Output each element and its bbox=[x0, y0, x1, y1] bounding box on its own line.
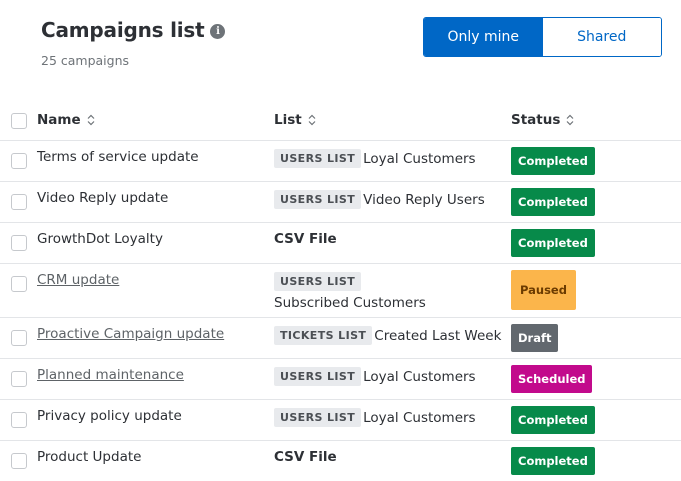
row-checkbox[interactable] bbox=[11, 276, 27, 292]
campaign-name: GrowthDot Loyalty bbox=[37, 231, 163, 247]
table-header-row: Name List Status bbox=[0, 100, 681, 141]
row-checkbox[interactable] bbox=[11, 453, 27, 469]
shared-button[interactable]: Shared bbox=[542, 18, 661, 56]
row-checkbox[interactable] bbox=[11, 330, 27, 346]
page-title: Campaigns list bbox=[41, 18, 205, 42]
table-row[interactable]: CRM update USERS LIST Subscribed Customers… bbox=[0, 264, 681, 318]
row-checkbox[interactable] bbox=[11, 235, 27, 251]
column-header-status[interactable]: Status bbox=[511, 112, 575, 128]
table-row[interactable]: Privacy policy update USERS LIST Loyal Cus… bbox=[0, 400, 681, 441]
campaign-name[interactable]: Planned maintenance bbox=[37, 367, 184, 383]
table-row[interactable]: Video Reply update USERS LIST Video Reply … bbox=[0, 182, 681, 223]
campaign-list: USERS LIST Loyal Customers bbox=[274, 367, 476, 386]
column-header-status-label: Status bbox=[511, 112, 561, 128]
table-row[interactable]: Planned maintenance USERS LIST Loyal Custo… bbox=[0, 359, 681, 400]
sort-icon[interactable] bbox=[307, 113, 317, 127]
column-header-name-label: Name bbox=[37, 112, 81, 128]
row-checkbox[interactable] bbox=[11, 153, 27, 169]
campaign-list: CSV File bbox=[274, 449, 337, 465]
status-badge: Completed bbox=[511, 406, 595, 434]
campaign-list: USERS LIST Subscribed Customers bbox=[274, 272, 426, 311]
campaign-name: Terms of service update bbox=[37, 149, 199, 165]
table-row[interactable]: Terms of service update USERS LIST Loyal C… bbox=[0, 141, 681, 182]
status-badge: Draft bbox=[511, 324, 559, 352]
list-name: Loyal Customers bbox=[363, 410, 476, 426]
list-type-tag: USERS LIST bbox=[274, 149, 362, 168]
campaign-list: USERS LIST Loyal Customers bbox=[274, 408, 476, 427]
status-badge: Completed bbox=[511, 188, 595, 216]
campaign-name: Privacy policy update bbox=[37, 408, 182, 424]
list-name: Created Last Week bbox=[374, 328, 502, 344]
list-type-tag: TICKETS LIST bbox=[274, 326, 373, 345]
list-name: Video Reply Users bbox=[363, 192, 485, 208]
list-name: CSV File bbox=[274, 449, 337, 465]
campaign-name: Product Update bbox=[37, 449, 142, 465]
campaign-list: TICKETS LIST Created Last Week bbox=[274, 326, 501, 345]
sort-icon[interactable] bbox=[565, 113, 575, 127]
campaigns-table: Name List Status Terms of service update… bbox=[0, 100, 681, 481]
title-row: Campaigns list i bbox=[41, 18, 226, 42]
info-icon[interactable]: i bbox=[210, 23, 226, 39]
campaign-list: USERS LIST Video Reply Users bbox=[274, 190, 485, 209]
status-badge: Completed bbox=[511, 147, 595, 175]
list-type-tag: USERS LIST bbox=[274, 272, 362, 291]
campaign-list: USERS LIST Loyal Customers bbox=[274, 149, 476, 168]
list-name: Subscribed Customers bbox=[274, 295, 426, 311]
table-row[interactable]: Proactive Campaign update TICKETS LIST Cre… bbox=[0, 318, 681, 359]
status-badge: Completed bbox=[511, 229, 595, 257]
table-row[interactable]: Product Update CSV File Completed bbox=[0, 441, 681, 481]
table-row[interactable]: GrowthDot Loyalty CSV File Completed bbox=[0, 223, 681, 264]
column-header-list-label: List bbox=[274, 112, 302, 128]
list-name: Loyal Customers bbox=[363, 369, 476, 385]
sort-icon[interactable] bbox=[86, 113, 96, 127]
campaign-name[interactable]: CRM update bbox=[37, 272, 119, 288]
ownership-toggle: Only mine Shared bbox=[423, 17, 662, 57]
status-badge: Paused bbox=[511, 270, 576, 310]
only-mine-button[interactable]: Only mine bbox=[424, 18, 543, 56]
select-all-checkbox[interactable] bbox=[11, 113, 27, 129]
list-type-tag: USERS LIST bbox=[274, 367, 362, 386]
status-badge: Completed bbox=[511, 447, 595, 475]
status-badge: Scheduled bbox=[511, 365, 593, 393]
column-header-name[interactable]: Name bbox=[37, 112, 96, 128]
row-checkbox[interactable] bbox=[11, 371, 27, 387]
list-type-tag: USERS LIST bbox=[274, 408, 362, 427]
campaign-name: Video Reply update bbox=[37, 190, 169, 206]
campaign-list: CSV File bbox=[274, 231, 337, 247]
list-name: CSV File bbox=[274, 231, 337, 247]
row-checkbox[interactable] bbox=[11, 194, 27, 210]
column-header-list[interactable]: List bbox=[274, 112, 317, 128]
campaign-name[interactable]: Proactive Campaign update bbox=[37, 326, 224, 342]
row-checkbox[interactable] bbox=[11, 412, 27, 428]
list-name: Loyal Customers bbox=[363, 151, 476, 167]
page-header: Campaigns list i 25 campaigns bbox=[41, 18, 226, 68]
list-type-tag: USERS LIST bbox=[274, 190, 362, 209]
campaign-count: 25 campaigns bbox=[41, 53, 130, 68]
